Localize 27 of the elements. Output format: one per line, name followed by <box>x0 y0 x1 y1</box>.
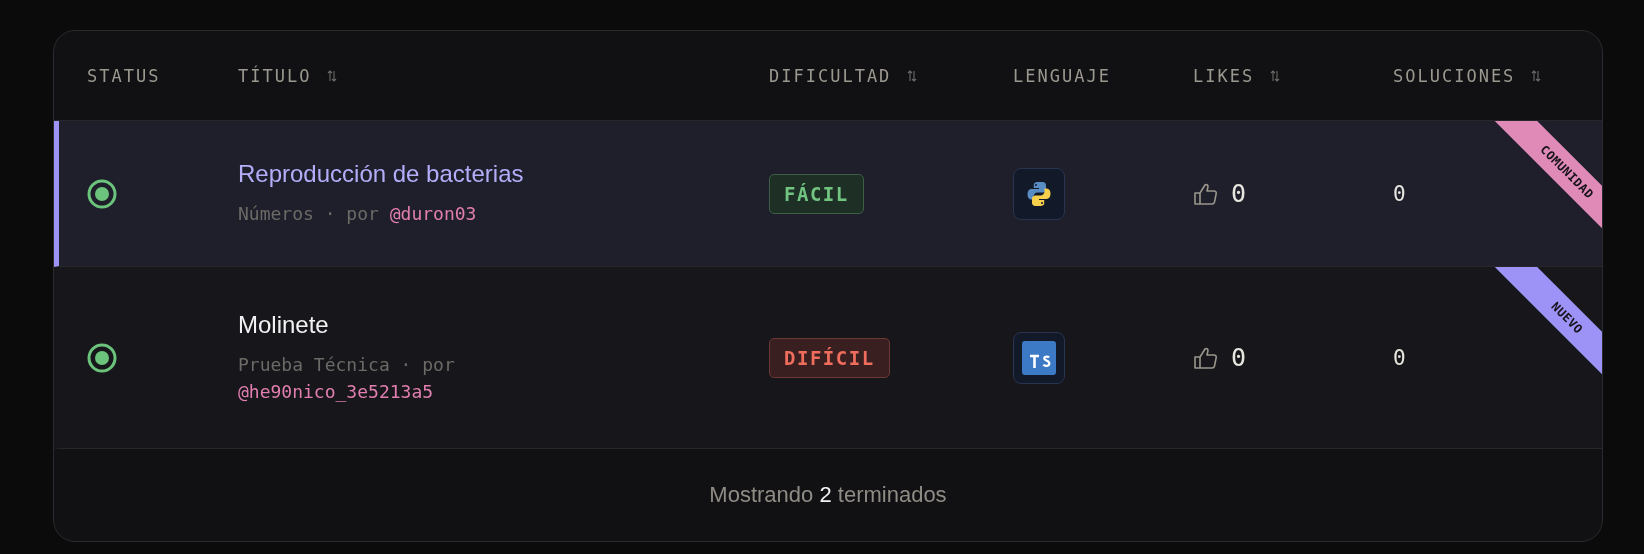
sort-icon[interactable] <box>907 69 918 82</box>
results-summary: Mostrando 2 terminados <box>709 482 947 508</box>
author-link[interactable]: @he90nico_3e5213a5 <box>238 380 434 402</box>
difficulty-badge: FÁCIL <box>769 173 864 214</box>
solutions-count: 0 <box>1393 345 1406 370</box>
typescript-icon <box>1013 331 1065 384</box>
column-header[interactable]: TÍTULO <box>238 65 312 86</box>
sort-icon[interactable] <box>1270 69 1281 82</box>
status-icon <box>87 342 117 373</box>
python-icon <box>1013 167 1065 220</box>
column-header[interactable]: LENGUAJE <box>1013 65 1111 86</box>
sort-icon[interactable] <box>327 69 338 82</box>
column-header[interactable]: SOLUCIONES <box>1393 65 1516 86</box>
category-label: Prueba Técnica · por <box>238 353 455 375</box>
column-header[interactable]: STATUS <box>87 65 161 86</box>
challenge-title[interactable]: Molinete <box>238 310 329 339</box>
difficulty-badge: DIFÍCIL <box>769 337 890 378</box>
challenge-title[interactable]: Reproducción de bacterias <box>238 160 524 188</box>
solutions-count: 0 <box>1393 181 1406 206</box>
status-icon <box>87 178 117 209</box>
likes-count: 0 <box>1231 179 1247 208</box>
column-header[interactable]: DIFICULTAD <box>769 65 892 86</box>
column-header[interactable]: LIKES <box>1193 65 1255 86</box>
author-link[interactable]: @duron03 <box>389 203 477 224</box>
likes-count: 0 <box>1231 343 1247 372</box>
category-label: Números · por <box>238 203 379 224</box>
sort-icon[interactable] <box>1531 69 1542 82</box>
